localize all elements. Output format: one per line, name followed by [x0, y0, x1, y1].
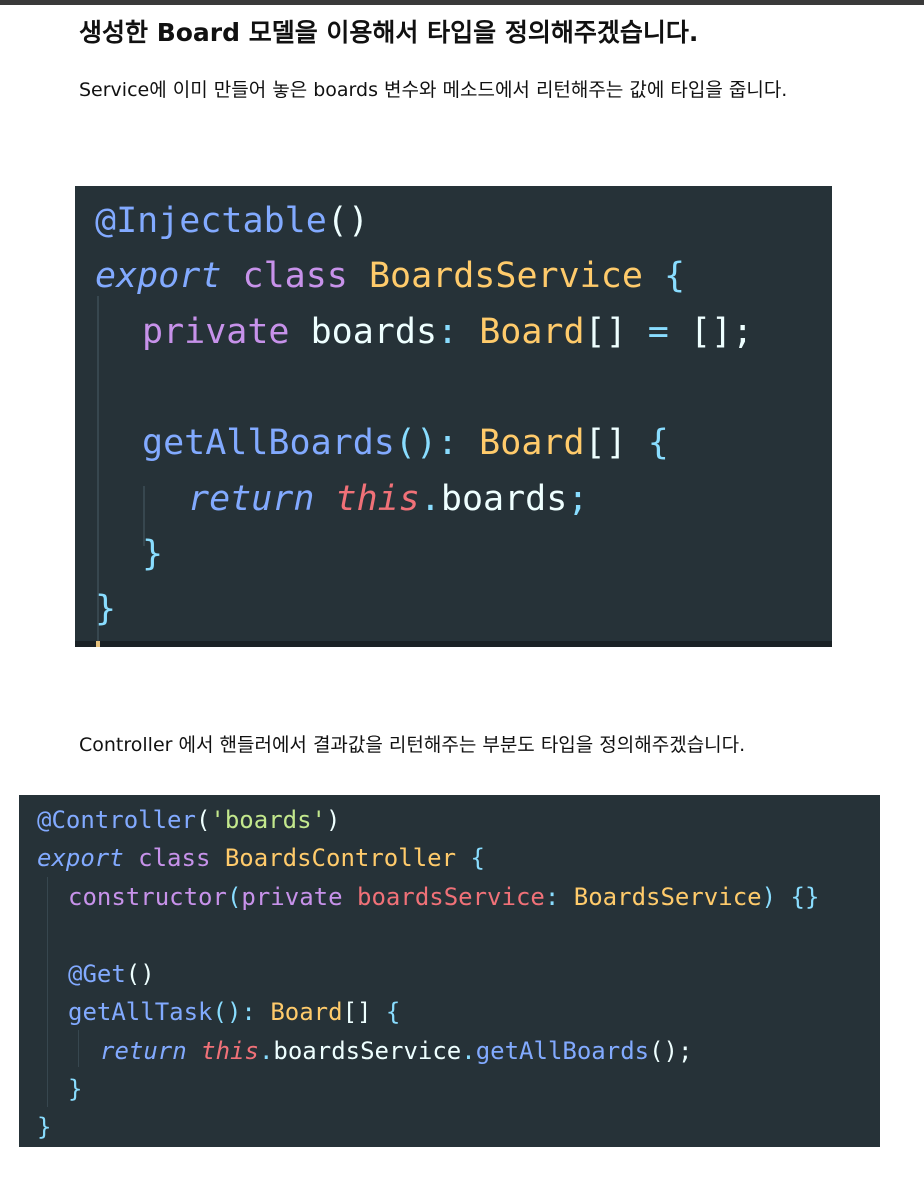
- service-paragraph: Service에 이미 만들어 놓은 boards 변수와 메소드에서 리턴해주…: [79, 79, 788, 101]
- code-line-3: constructor(private boardsService: Board…: [68, 883, 820, 911]
- controller-paragraph: Controller 에서 핸들러에서 결과값을 리턴해주는 부분도 타입을 정…: [79, 734, 746, 756]
- code-line-5: getAllBoards(): Board[] {: [142, 423, 669, 463]
- top-border: [0, 0, 924, 5]
- indent-guide: [78, 1030, 79, 1067]
- code-line-8: }: [68, 1075, 83, 1103]
- code-line-7: }: [142, 534, 164, 574]
- code-line-6: return this.boards;: [188, 479, 589, 519]
- service-code-screenshot: @Injectable() export class BoardsService…: [75, 186, 832, 647]
- code-line-1: @Injectable(): [95, 201, 369, 241]
- code-line-6: getAllTask(): Board[] {: [68, 998, 401, 1026]
- code-line-5: @Get(): [68, 960, 155, 988]
- decorator-token: @Injectable: [95, 201, 327, 241]
- editor-status-strip: [75, 641, 832, 647]
- code-line-2: export class BoardsService {: [95, 256, 686, 296]
- text-cursor: [96, 641, 100, 647]
- code-line-7: return this.boardsService.getAllBoards()…: [100, 1037, 693, 1065]
- code-line-9: }: [37, 1113, 52, 1141]
- code-line-3: private boards: Board[] = [];: [142, 312, 754, 352]
- code-line-2: export class BoardsController {: [37, 844, 485, 872]
- indent-guide: [47, 877, 48, 1107]
- code-line-8: }: [95, 589, 117, 629]
- section-heading: 생성한 Board 모델을 이용해서 타입을 정의해주겠습니다.: [79, 18, 699, 47]
- controller-code-screenshot: @Controller('boards') export class Board…: [19, 795, 880, 1147]
- code-line-1: @Controller('boards'): [37, 806, 341, 834]
